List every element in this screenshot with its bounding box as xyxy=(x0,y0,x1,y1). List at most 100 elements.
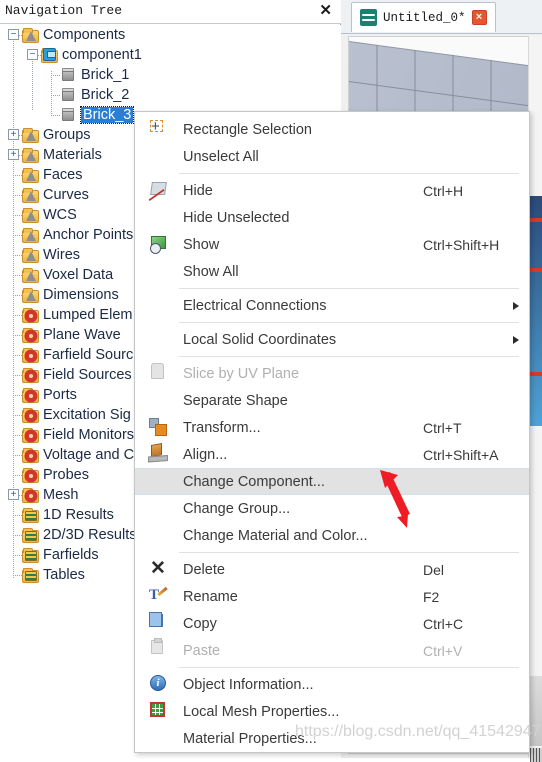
menu-item-change-group[interactable]: Change Group... xyxy=(135,495,529,522)
transform-icon xyxy=(149,418,167,436)
tree-item-label: Tables xyxy=(43,567,85,583)
menu-separator xyxy=(179,552,519,553)
menu-item-label: Align... xyxy=(183,446,228,463)
menu-item-label: Show All xyxy=(183,263,239,280)
brick-icon xyxy=(60,107,77,123)
menu-item-shortcut: Ctrl+V xyxy=(423,642,463,659)
menu-item-delete[interactable]: ✕ Delete Del xyxy=(135,556,529,583)
menu-item-label: Show xyxy=(183,236,220,253)
tree-item-label: Groups xyxy=(43,127,91,143)
menu-separator xyxy=(179,288,519,289)
menu-item-label: Local Mesh Properties... xyxy=(183,703,340,720)
menu-item-paste: Paste Ctrl+V xyxy=(135,637,529,664)
menu-item-transform[interactable]: Transform... Ctrl+T xyxy=(135,414,529,441)
menu-separator xyxy=(179,667,519,668)
tree-item-brick-1[interactable]: Brick_1 xyxy=(0,65,341,85)
menu-item-hide-unselected[interactable]: Hide Unselected xyxy=(135,204,529,231)
expand-plus-icon[interactable]: + xyxy=(8,149,19,160)
menu-item-label: Paste xyxy=(183,642,221,659)
menu-item-label: Separate Shape xyxy=(183,392,288,409)
folder-cone-icon xyxy=(22,227,39,243)
menu-item-change-material-and-color[interactable]: Change Material and Color... xyxy=(135,522,529,549)
close-icon[interactable]: ✕ xyxy=(319,3,332,18)
tree-item-component1[interactable]: − component1 xyxy=(0,45,341,65)
menu-item-object-information[interactable]: i Object Information... xyxy=(135,671,529,698)
folder-cone-icon xyxy=(22,207,39,223)
menu-item-shortcut: Ctrl+Shift+A xyxy=(423,446,499,463)
menu-item-label: Change Component... xyxy=(183,473,325,490)
menu-item-copy[interactable]: Copy Ctrl+C xyxy=(135,610,529,637)
folder-cone-icon xyxy=(22,27,39,43)
close-icon[interactable]: × xyxy=(471,10,487,25)
menu-item-label: Rename xyxy=(183,588,238,605)
menu-item-separate-shape[interactable]: Separate Shape xyxy=(135,387,529,414)
tree-item-components[interactable]: − Components xyxy=(0,25,341,45)
collapse-minus-icon[interactable]: − xyxy=(27,49,38,60)
menu-item-electrical-connections[interactable]: Electrical Connections xyxy=(135,292,529,319)
context-menu[interactable]: Rectangle Selection Unselect All Hide Ctrl+… xyxy=(134,111,530,753)
menu-item-rectangle-selection[interactable]: Rectangle Selection xyxy=(135,116,529,143)
menu-item-label: Unselect All xyxy=(183,148,259,165)
expand-plus-icon[interactable]: + xyxy=(8,489,19,500)
menu-item-local-mesh-properties[interactable]: Local Mesh Properties... xyxy=(135,698,529,725)
menu-item-show-all[interactable]: Show All xyxy=(135,258,529,285)
slice-icon xyxy=(151,363,164,379)
strip-segment-red-3 xyxy=(530,372,542,376)
tab-untitled-0[interactable]: Untitled_0* × xyxy=(351,2,496,32)
tree-item-label: Farfields xyxy=(43,547,99,563)
menu-item-shortcut: Ctrl+Shift+H xyxy=(423,236,500,253)
tree-item-brick-2[interactable]: Brick_2 xyxy=(0,85,341,105)
menu-item-align[interactable]: Align... Ctrl+Shift+A xyxy=(135,441,529,468)
menu-separator xyxy=(179,356,519,357)
strip-segment-red-2 xyxy=(530,268,542,272)
menu-item-shortcut: Ctrl+T xyxy=(423,419,462,436)
local-mesh-icon xyxy=(150,702,165,717)
menu-item-label: Electrical Connections xyxy=(183,297,327,314)
collapse-minus-icon[interactable]: − xyxy=(8,29,19,40)
menu-item-hide[interactable]: Hide Ctrl+H xyxy=(135,177,529,204)
expand-plus-icon[interactable]: + xyxy=(8,129,19,140)
menu-item-label: Rectangle Selection xyxy=(183,121,312,138)
navigation-tree-header: Navigation Tree ✕ xyxy=(0,0,341,24)
chevron-right-icon xyxy=(513,302,519,310)
menu-item-label: Material Properties... xyxy=(183,730,317,747)
tree-item-label: Mesh xyxy=(43,487,79,503)
menu-item-label: Transform... xyxy=(183,419,261,436)
tree-item-label: Voxel Data xyxy=(43,267,114,283)
strip-segment-mesh xyxy=(530,748,542,762)
menu-item-unselect-all[interactable]: Unselect All xyxy=(135,143,529,170)
rectangle-selection-icon xyxy=(150,120,163,132)
menu-item-label: Change Group... xyxy=(183,500,291,517)
menu-item-label: Hide Unselected xyxy=(183,209,290,226)
menu-item-local-solid-coordinates[interactable]: Local Solid Coordinates xyxy=(135,326,529,353)
folder-results-icon xyxy=(22,567,39,583)
hide-icon xyxy=(150,182,167,195)
menu-item-label: Delete xyxy=(183,561,225,578)
folder-gear-icon xyxy=(22,487,39,503)
tree-item-label: Dimensions xyxy=(43,287,119,303)
menu-item-rename[interactable]: T Rename F2 xyxy=(135,583,529,610)
folder-gear-icon xyxy=(22,347,39,363)
wave-document-icon xyxy=(360,9,377,26)
folder-gear-icon xyxy=(22,447,39,463)
folder-cone-icon xyxy=(22,167,39,183)
menu-item-show[interactable]: Show Ctrl+Shift+H xyxy=(135,231,529,258)
tree-item-label: Field Sources xyxy=(43,367,132,383)
brick-icon xyxy=(60,67,77,83)
viewport-side-strip xyxy=(528,36,542,762)
brick-icon xyxy=(60,87,77,103)
copy-icon xyxy=(149,612,163,627)
tree-item-label: Wires xyxy=(43,247,81,263)
menu-item-change-component[interactable]: Change Component... xyxy=(135,468,529,495)
component-icon xyxy=(41,47,58,63)
menu-item-label: Change Material and Color... xyxy=(183,527,368,544)
tree-item-label: Brick_3 xyxy=(79,106,135,124)
menu-item-label: Slice by UV Plane xyxy=(183,365,300,382)
menu-item-material-properties[interactable]: Material Properties... xyxy=(135,725,529,752)
folder-results-icon xyxy=(22,527,39,543)
folder-results-icon xyxy=(22,507,39,523)
menu-item-slice-by-uv-plane: Slice by UV Plane xyxy=(135,360,529,387)
folder-cone-icon xyxy=(22,147,39,163)
strip-segment-gray xyxy=(530,676,542,746)
info-icon: i xyxy=(150,675,166,691)
